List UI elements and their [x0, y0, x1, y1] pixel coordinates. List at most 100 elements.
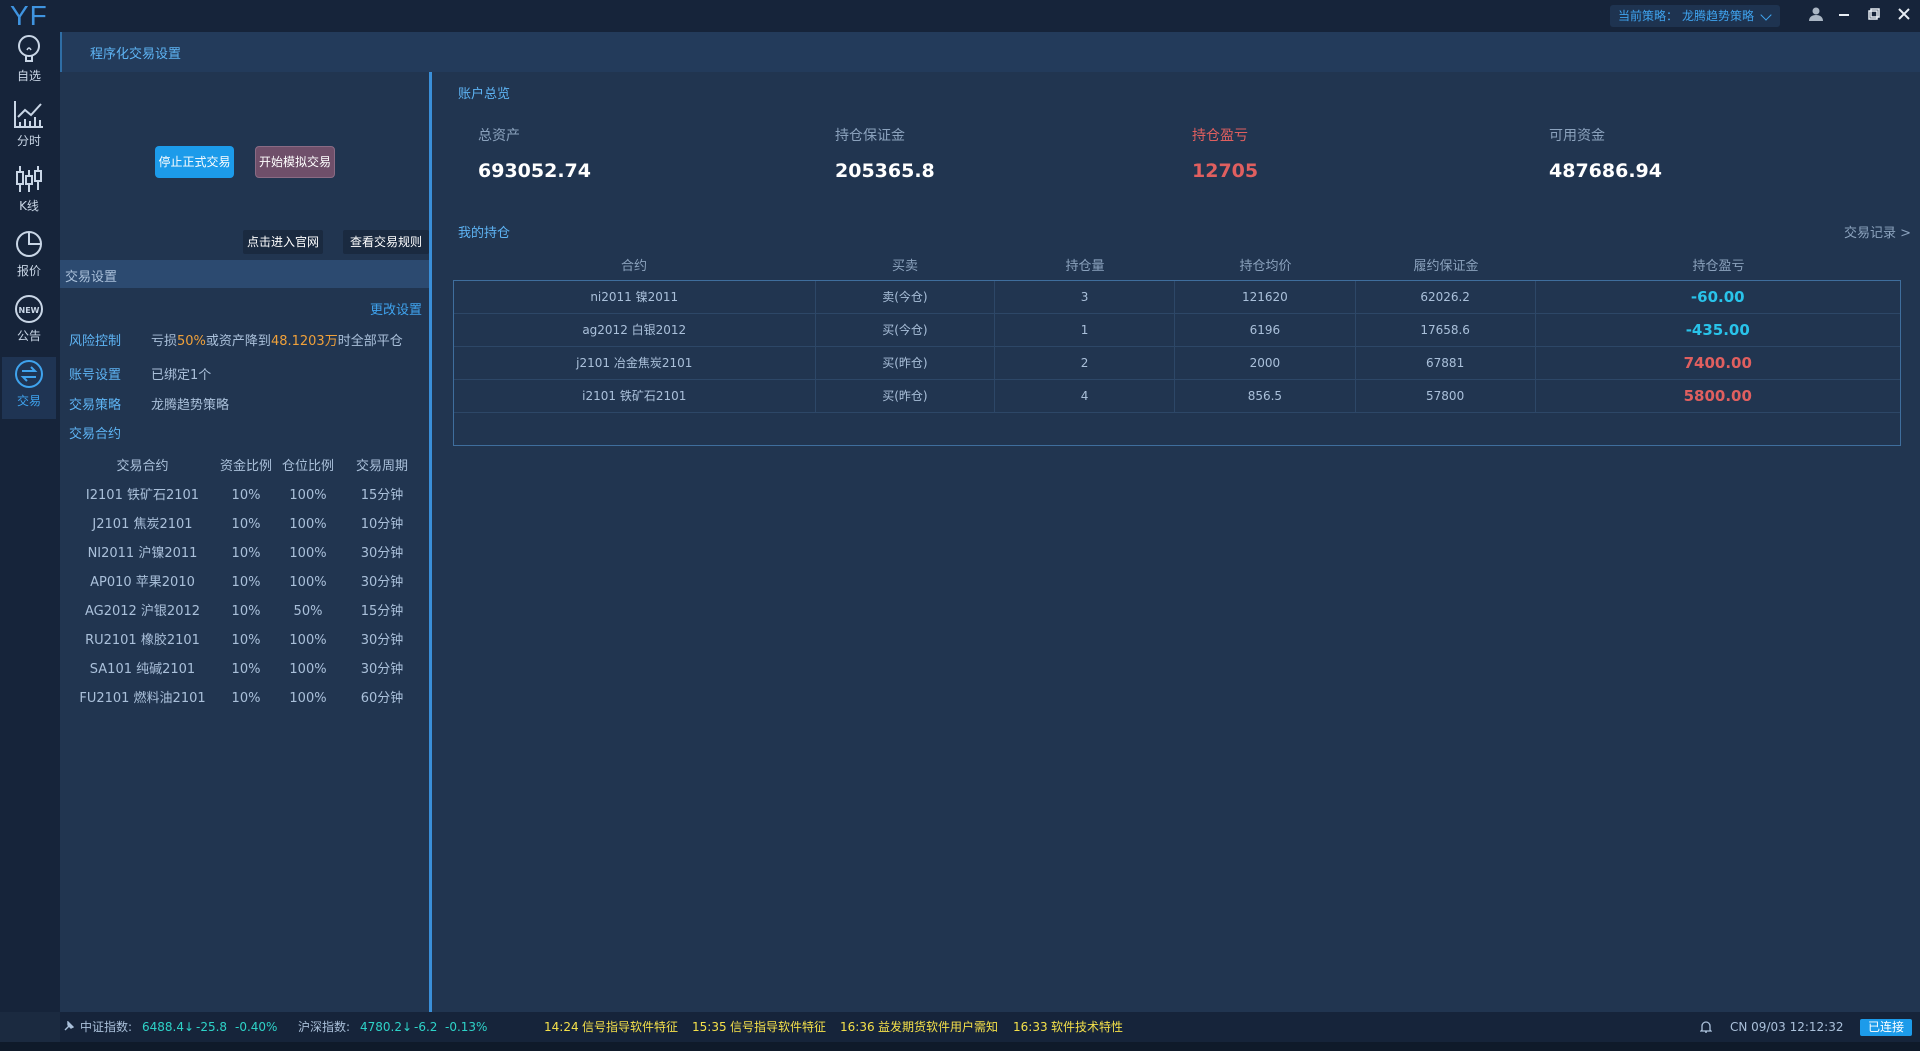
account-setting-value: 已绑定1个 [151, 368, 212, 383]
risk-percent: 50% [177, 334, 206, 349]
contract-cell: 30分钟 [360, 546, 404, 561]
available-funds-label: 可用资金 [1549, 128, 1605, 144]
trading-rules-button[interactable]: 查看交易规则 [343, 230, 429, 254]
contracts-table: 交易合约 资金比例 仓位比例 交易周期 I2101 铁矿石2101 10% 100%… [70, 423, 425, 713]
contract-cell: 30分钟 [360, 662, 404, 677]
total-assets-value: 693052.74 [478, 160, 591, 182]
contract-cell: 100% [289, 691, 327, 706]
nav-item-quote[interactable]: 报价 [2, 227, 56, 289]
contract-cell: SA101 纯碱2101 [89, 662, 196, 677]
start-sim-trading-button[interactable]: 开始模拟交易 [255, 146, 335, 178]
holding-cell-avg: 2000 [1175, 347, 1356, 379]
close-icon[interactable] [1894, 6, 1914, 26]
news-item[interactable]: 益发期货软件用户需知 [878, 1012, 998, 1042]
holding-cell-pnl: 5800.00 [1683, 387, 1752, 405]
chevron-down-icon [1760, 9, 1772, 21]
official-site-button[interactable]: 点击进入官网 [243, 230, 323, 254]
strategy-selector[interactable]: 当前策略： 龙腾趋势策略 [1610, 5, 1780, 27]
contract-cell: 100% [289, 662, 327, 677]
nav-item-label: K线 [19, 199, 39, 213]
contract-cell: 50% [293, 604, 323, 619]
section-title: 交易设置 [65, 270, 118, 285]
svg-text:NEW: NEW [19, 306, 40, 315]
contracts-table-header: 交易合约 资金比例 仓位比例 交易周期 [70, 452, 425, 481]
connection-status-badge: 已连接 [1860, 1019, 1912, 1036]
index1-percent: -0.40% [235, 1020, 278, 1034]
left-navigation: 自选 分时 K线 报价 NEW 公告 交易 [0, 32, 60, 1012]
news-time: 14:24 [544, 1020, 579, 1034]
contract-cell: 30分钟 [360, 633, 404, 648]
contract-cell: 10% [231, 488, 261, 503]
contract-cell: 100% [289, 633, 327, 648]
nav-item-watchlist[interactable]: 自选 [2, 32, 56, 94]
holding-cell-pnl: 7400.00 [1683, 354, 1752, 372]
index2-label: 沪深指数: [298, 1020, 351, 1034]
contract-cell: 10% [231, 691, 261, 706]
os-taskbar [0, 1042, 1920, 1051]
contract-cell: 10% [231, 517, 261, 532]
nav-item-kline[interactable]: K线 [2, 162, 56, 224]
news-time: 16:33 [1013, 1020, 1048, 1034]
clock: CN 09/03 12:12:32 [1730, 1020, 1844, 1034]
minimize-icon[interactable] [1834, 6, 1854, 26]
holding-cell-qty: 1 [995, 314, 1175, 346]
contract-cell: 30分钟 [360, 575, 404, 590]
available-funds-value: 487686.94 [1549, 160, 1662, 182]
contract-cell: 10分钟 [360, 517, 404, 532]
news-time: 16:36 [840, 1020, 875, 1034]
nav-item-announcement[interactable]: NEW 公告 [2, 292, 56, 354]
col-header: 持仓盈亏 [1692, 259, 1745, 274]
holding-row[interactable]: i2101 铁矿石2101 买(昨仓) 4 856.5 57800 5800.00 [454, 380, 1900, 413]
nav-item-label: 分时 [16, 134, 41, 148]
contract-cell: AG2012 沪银2012 [84, 604, 201, 619]
stop-live-trading-button[interactable]: 停止正式交易 [155, 146, 234, 178]
restore-icon[interactable] [1864, 6, 1884, 26]
holding-row[interactable]: ni2011 镍2011 卖(今仓) 3 121620 62026.2 -60.00 [454, 281, 1900, 314]
holding-cell-pnl: -60.00 [1690, 288, 1745, 306]
trade-settings-header: 交易设置 [60, 260, 429, 288]
news-item[interactable]: 信号指导软件特征 [582, 1012, 678, 1042]
bell-icon[interactable] [1699, 1020, 1713, 1033]
contract-row: AG2012 沪银2012 10% 50% 15分钟 [70, 597, 425, 626]
holding-cell-side: 买(昨仓) [816, 347, 996, 379]
contract-cell: 10% [231, 662, 261, 677]
news-item[interactable]: 软件技术特性 [1051, 1012, 1123, 1042]
edit-settings-link[interactable]: 更改设置 [370, 299, 422, 318]
holdings-table-header: 合约 买卖 持仓量 持仓均价 履约保证金 持仓盈亏 [453, 254, 1901, 280]
margin-label: 持仓保证金 [835, 128, 905, 144]
contract-row: SA101 纯碱2101 10% 100% 30分钟 [70, 655, 425, 684]
contract-cell: 15分钟 [360, 488, 404, 503]
trade-strategy-value: 龙腾趋势策略 [151, 398, 230, 413]
pie-chart-icon [16, 231, 42, 257]
nav-item-label: 交易 [16, 394, 41, 408]
contract-cell: I2101 铁矿石2101 [85, 488, 200, 503]
exchange-icon [15, 360, 43, 388]
trade-strategy-label: 交易策略 [69, 398, 122, 413]
news-item[interactable]: 信号指导软件特征 [730, 1012, 826, 1042]
risk-control-value: 亏损50%或资产降到48.1203万时全部平仓 [151, 330, 403, 349]
index2-percent: -0.13% [445, 1020, 488, 1034]
col-header: 持仓量 [1065, 259, 1105, 274]
nav-item-intraday[interactable]: 分时 [2, 97, 56, 159]
holding-cell-contract: ag2012 白银2012 [454, 314, 816, 346]
position-pnl-value: 12705 [1192, 160, 1259, 182]
user-icon[interactable] [1806, 6, 1826, 26]
candlestick-icon [16, 166, 42, 192]
contract-cell: AP010 苹果2010 [90, 575, 195, 590]
trade-records-link[interactable]: 交易记录 > [1844, 222, 1911, 241]
risk-text-2: 或资产降到 [205, 334, 271, 349]
holding-cell-avg: 856.5 [1175, 380, 1356, 412]
status-bar: 中证指数: 6488.4↓ -25.8 -0.40% 沪深指数: 4780.2↓… [60, 1012, 1920, 1042]
holding-row[interactable]: ag2012 白银2012 买(今仓) 1 6196 17658.6 -435.00 [454, 314, 1900, 347]
contract-cell: 100% [289, 575, 327, 590]
position-pnl-label: 持仓盈亏 [1192, 128, 1248, 144]
holding-row[interactable]: j2101 冶金焦炭2101 买(昨仓) 2 2000 67881 7400.00 [454, 347, 1900, 380]
col-header: 履约保证金 [1413, 259, 1479, 274]
panel-divider[interactable] [429, 72, 432, 1012]
app-logo: YF [10, 0, 48, 31]
contract-cell: J2101 焦炭2101 [92, 517, 193, 532]
nav-item-trade[interactable]: 交易 [2, 357, 56, 419]
pin-icon[interactable] [64, 1012, 75, 1042]
holding-cell-side: 卖(今仓) [816, 281, 996, 313]
settings-panel: 停止正式交易 开始模拟交易 点击进入官网 查看交易规则 交易设置 更改设置 风险… [60, 72, 429, 1012]
